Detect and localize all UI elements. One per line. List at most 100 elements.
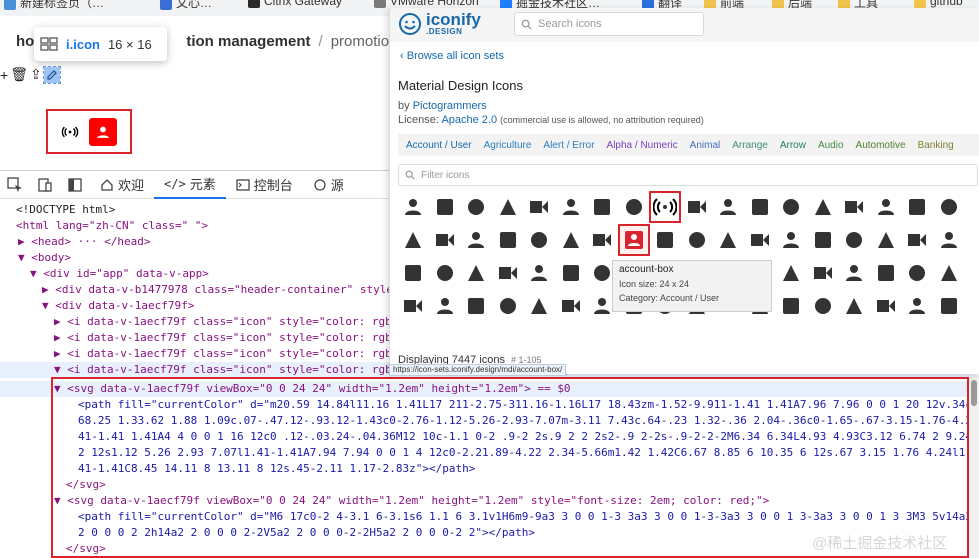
highlighted-edit-icon[interactable] <box>42 65 61 84</box>
icon-cell[interactable] <box>839 225 869 255</box>
search-input[interactable]: Search icons <box>514 12 704 36</box>
icon-cell[interactable] <box>839 291 869 321</box>
category-item[interactable]: Animal <box>690 140 721 151</box>
icon-cell[interactable] <box>713 225 743 255</box>
breadcrumb-start[interactable]: ho <box>16 33 34 50</box>
icon-cell[interactable] <box>776 258 806 288</box>
icon-cell[interactable] <box>556 291 586 321</box>
icon-cell[interactable] <box>808 291 838 321</box>
bookmark-item[interactable]: 新建标签页（… <box>4 0 104 11</box>
icon-cell[interactable] <box>556 225 586 255</box>
icon-cell[interactable] <box>493 258 523 288</box>
icon-cell[interactable] <box>902 258 932 288</box>
icon-cell[interactable] <box>776 225 806 255</box>
icon-cell[interactable] <box>461 291 491 321</box>
account-box-icon[interactable] <box>89 117 117 146</box>
mdi-icon <box>436 265 453 281</box>
category-item[interactable]: Banking <box>918 140 954 151</box>
icon-cell[interactable] <box>398 192 428 222</box>
icon-cell[interactable] <box>430 225 460 255</box>
tab-console[interactable]: 控制台 <box>226 171 303 199</box>
icon-cell[interactable] <box>934 291 964 321</box>
upload-icon[interactable]: ⇪ <box>30 66 42 83</box>
icon-cell[interactable] <box>902 291 932 321</box>
icon-cell[interactable] <box>461 192 491 222</box>
icon-cell[interactable] <box>902 225 932 255</box>
icon-cell[interactable] <box>934 225 964 255</box>
icon-cell[interactable] <box>808 192 838 222</box>
icon-cell[interactable] <box>398 225 428 255</box>
filter-input[interactable]: Filter icons <box>398 164 978 186</box>
category-item[interactable]: Arrange <box>732 140 768 151</box>
icon-cell[interactable] <box>902 192 932 222</box>
icon-info-popup: account-box Icon size: 24 x 24 Category:… <box>612 260 772 312</box>
tab-elements[interactable]: </> 元素 <box>154 171 226 199</box>
device-toolbar-button[interactable] <box>30 171 60 199</box>
category-item[interactable]: Agriculture <box>484 140 532 151</box>
icon-cell[interactable] <box>556 192 586 222</box>
icon-cell[interactable] <box>524 192 554 222</box>
icon-cell-account-voice[interactable] <box>649 191 681 223</box>
breadcrumb-item[interactable]: tion management <box>186 33 310 50</box>
icon-cell[interactable] <box>682 192 712 222</box>
scrollbar-thumb[interactable] <box>971 380 977 406</box>
icon-cell[interactable] <box>650 225 680 255</box>
category-item[interactable]: Account / User <box>406 140 472 151</box>
icon-cell[interactable] <box>776 192 806 222</box>
icon-cell[interactable] <box>587 225 617 255</box>
icon-cell[interactable] <box>808 225 838 255</box>
icon-cell[interactable] <box>493 192 523 222</box>
icon-cell[interactable] <box>871 192 901 222</box>
icon-cell[interactable] <box>493 225 523 255</box>
dock-side-button[interactable] <box>60 171 90 199</box>
icon-cell[interactable] <box>587 192 617 222</box>
category-item[interactable]: Alert / Error <box>543 140 594 151</box>
inspect-element-button[interactable] <box>0 171 30 199</box>
icon-cell[interactable] <box>871 225 901 255</box>
license-link[interactable]: Apache 2.0 <box>441 114 497 126</box>
bookmark-item[interactable]: github <box>914 0 963 8</box>
icon-cell[interactable] <box>745 225 775 255</box>
icon-cell[interactable] <box>934 192 964 222</box>
author-link[interactable]: Pictogrammers <box>413 100 487 112</box>
category-item[interactable]: Automotive <box>856 140 906 151</box>
icon-cell-account-box[interactable] <box>617 224 650 256</box>
category-item[interactable]: Alpha / Numeric <box>607 140 678 151</box>
category-item[interactable]: Audio <box>818 140 844 151</box>
icon-cell[interactable] <box>871 291 901 321</box>
icon-cell[interactable] <box>556 258 586 288</box>
icon-cell[interactable] <box>776 291 806 321</box>
icon-cell[interactable] <box>682 225 712 255</box>
icon-cell[interactable] <box>745 192 775 222</box>
icon-cell[interactable] <box>524 258 554 288</box>
icon-cell[interactable] <box>524 291 554 321</box>
vertical-scrollbar[interactable] <box>969 374 979 558</box>
iconify-logo[interactable]: iconify .DESIGN <box>398 11 481 36</box>
bookmark-item[interactable]: Citrix Gateway <box>248 0 342 8</box>
icon-cell[interactable] <box>839 192 869 222</box>
plus-icon[interactable]: + <box>0 67 8 83</box>
browse-all-link[interactable]: ‹ Browse all icon sets <box>400 50 504 62</box>
broadcast-icon[interactable] <box>61 125 79 139</box>
icon-cell[interactable] <box>871 258 901 288</box>
icon-cell[interactable] <box>713 192 743 222</box>
bookmark-item[interactable]: 文心… <box>160 0 212 11</box>
icon-cell[interactable] <box>398 258 428 288</box>
icon-cell[interactable] <box>461 258 491 288</box>
icon-cell[interactable] <box>398 291 428 321</box>
icon-cell[interactable] <box>808 258 838 288</box>
bookmark-item[interactable]: VMware Horizon <box>374 0 479 8</box>
icon-cell[interactable] <box>430 192 460 222</box>
icon-cell[interactable] <box>430 291 460 321</box>
icon-cell[interactable] <box>493 291 523 321</box>
tab-welcome[interactable]: 欢迎 <box>90 171 154 199</box>
icon-cell[interactable] <box>619 192 649 222</box>
icon-cell[interactable] <box>430 258 460 288</box>
icon-cell[interactable] <box>524 225 554 255</box>
category-item[interactable]: Arrow <box>780 140 806 151</box>
icon-cell[interactable] <box>839 258 869 288</box>
icon-cell[interactable] <box>461 225 491 255</box>
trash-icon[interactable]: 🗑 <box>10 66 28 83</box>
icon-cell[interactable] <box>934 258 964 288</box>
tab-sources[interactable]: 源 <box>303 171 354 199</box>
